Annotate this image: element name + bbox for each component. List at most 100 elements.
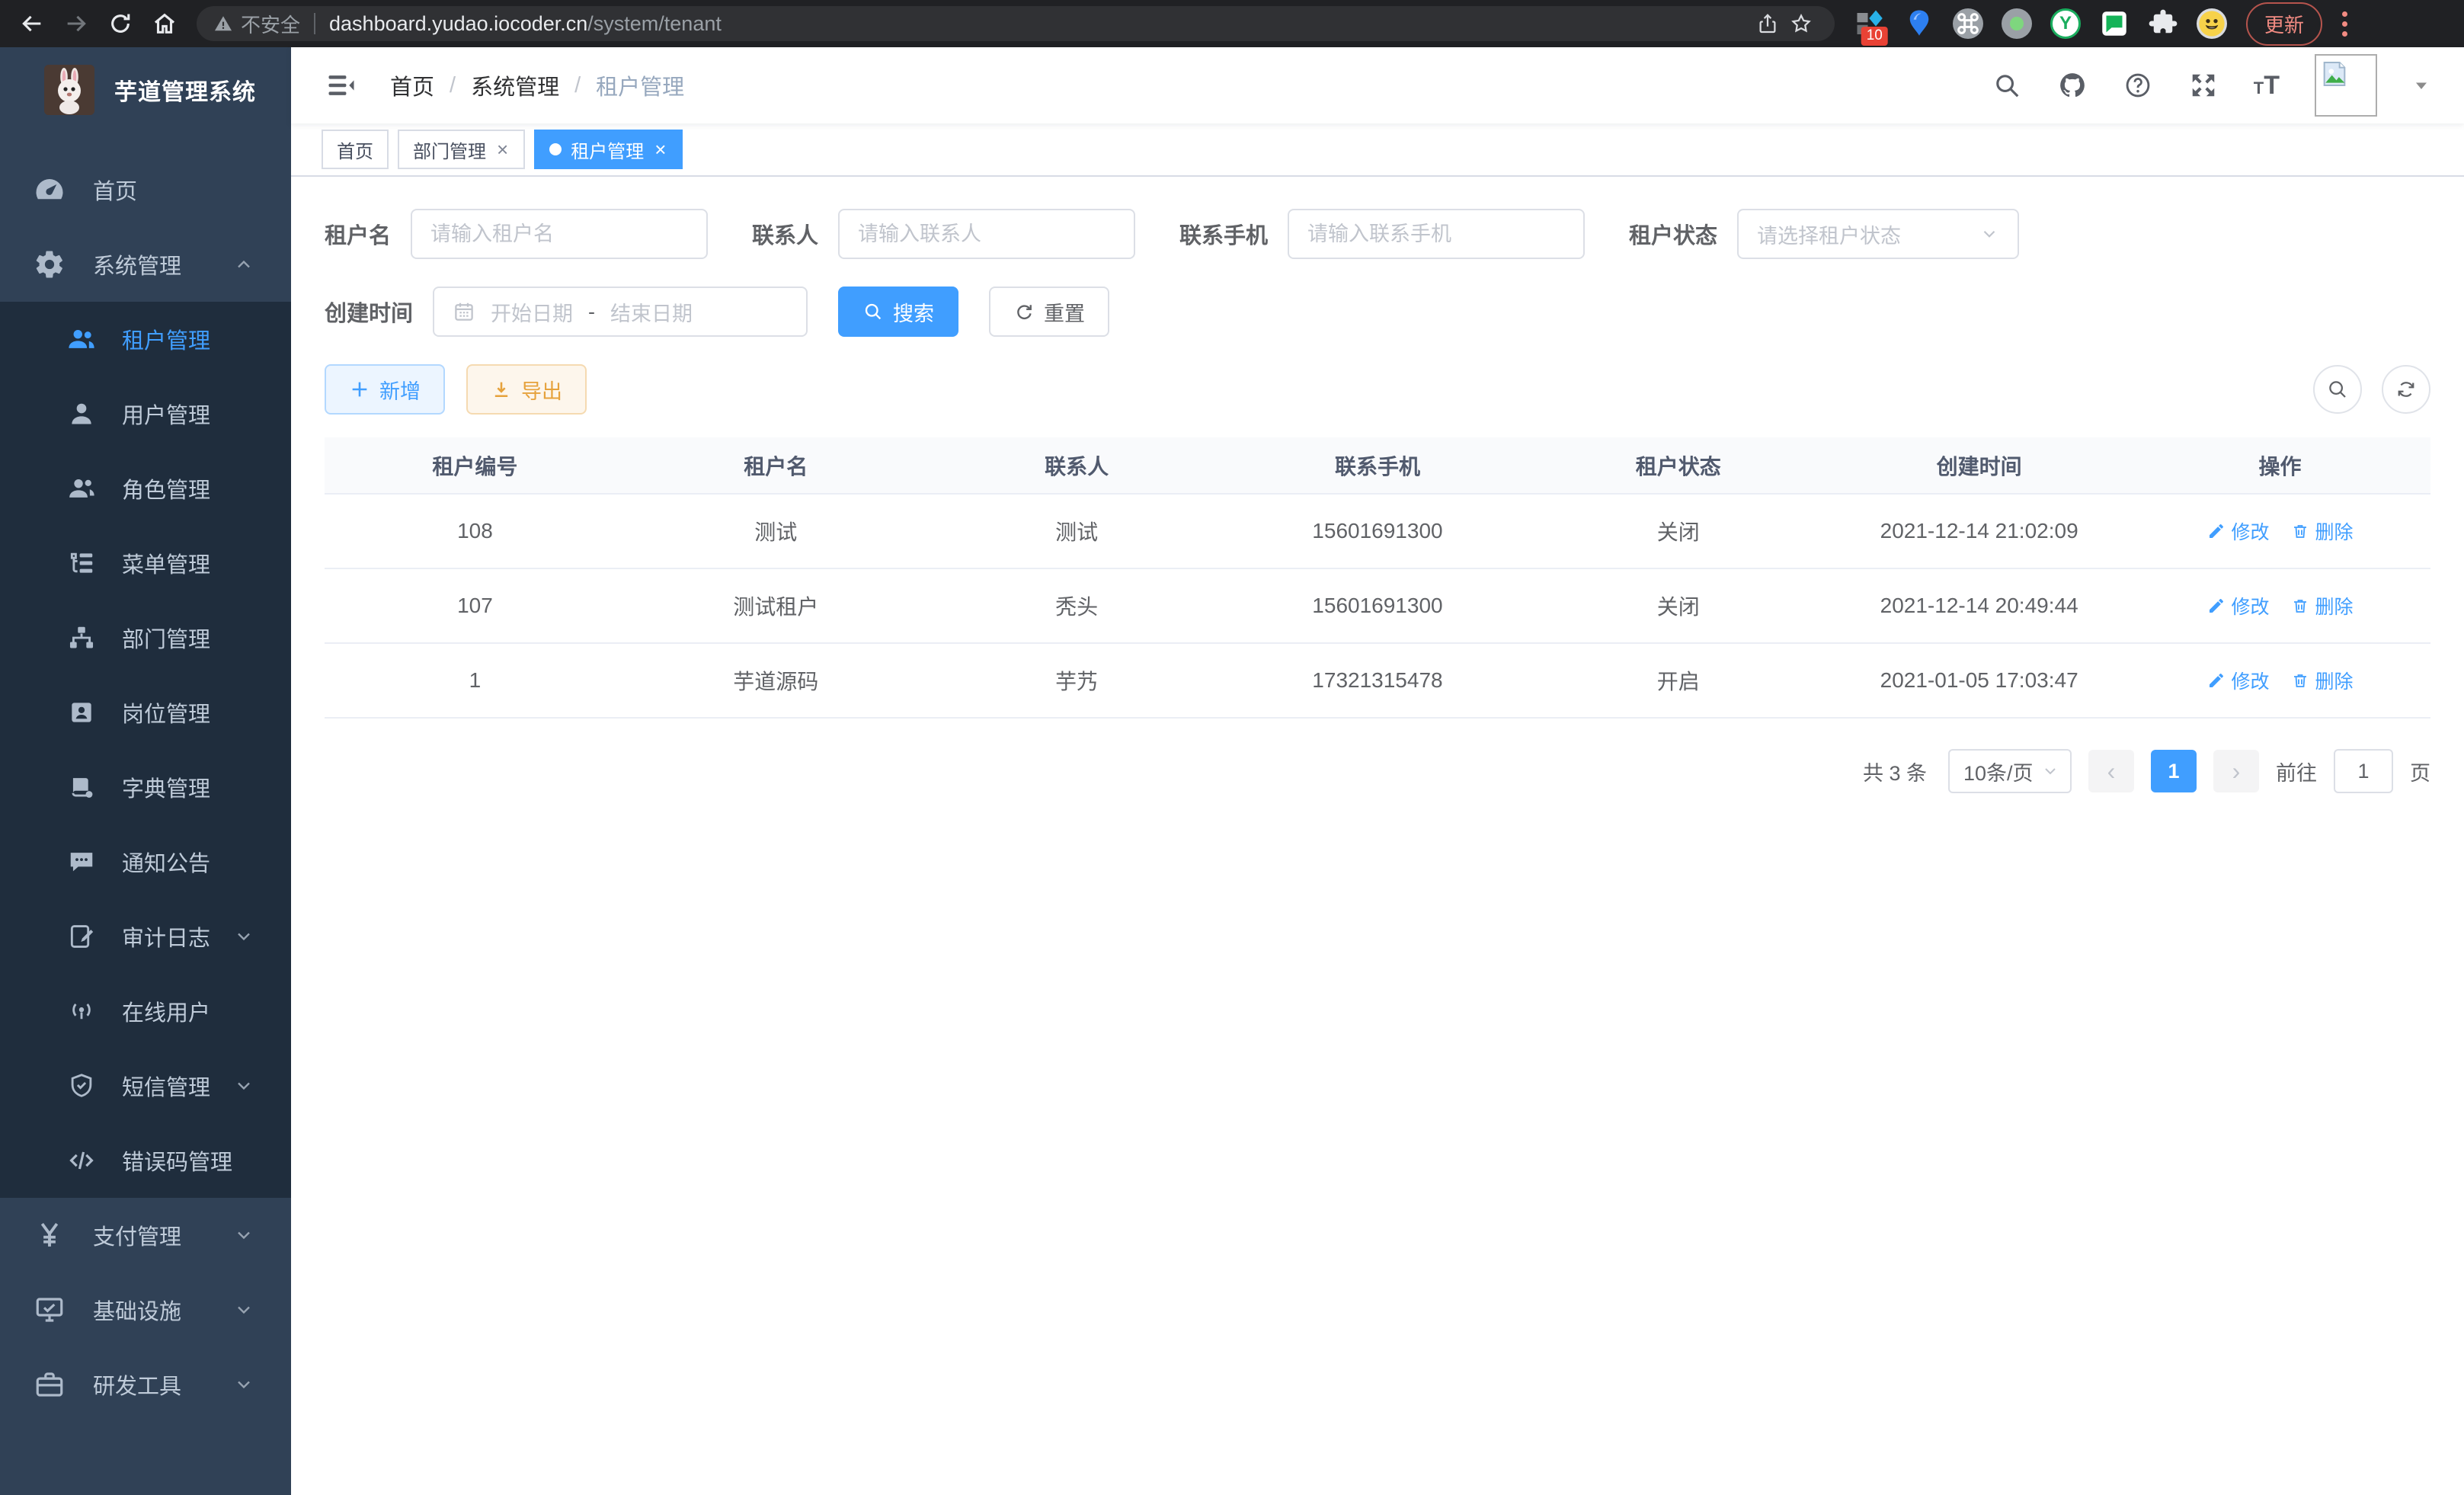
breadcrumb-item[interactable]: 系统管理 — [471, 69, 559, 101]
profile-avatar-icon[interactable] — [2196, 8, 2228, 40]
contact-input[interactable] — [838, 209, 1135, 259]
extension-adblock-icon[interactable]: 10 — [1854, 8, 1886, 40]
extension-balloon-icon[interactable] — [1903, 8, 1935, 40]
delete-link[interactable]: 删除 — [2291, 667, 2354, 694]
chevron-down-icon — [2041, 762, 2059, 780]
sidebar-item-user[interactable]: 用户管理 — [0, 376, 291, 451]
extension-badge: 10 — [1861, 27, 1888, 46]
sidebar-item-pay[interactable]: 支付管理 — [0, 1198, 291, 1273]
avatar-dropdown-caret-icon[interactable] — [2412, 76, 2430, 94]
edit-pen-icon — [2207, 522, 2226, 540]
cell-created: 2021-12-14 21:02:09 — [1829, 494, 2130, 568]
font-size-icon[interactable]: TT — [2254, 71, 2280, 101]
browser-reload-icon[interactable] — [102, 5, 139, 42]
omnibox-divider — [314, 13, 315, 34]
add-button[interactable]: 新增 — [325, 364, 445, 415]
breadcrumb-item[interactable]: 首页 — [390, 69, 434, 101]
extension-chat-icon[interactable] — [2098, 8, 2130, 40]
sidebar-item-menu[interactable]: 菜单管理 — [0, 526, 291, 600]
tab-0[interactable]: 首页 — [322, 130, 389, 169]
sidebar-collapse-icon[interactable] — [325, 69, 358, 102]
sidebar-item-errcode[interactable]: 错误码管理 — [0, 1123, 291, 1198]
shield-icon — [67, 1071, 96, 1100]
cell-actions: 修改删除 — [2130, 643, 2430, 718]
people-icon — [67, 474, 96, 503]
edit-link[interactable]: 修改 — [2207, 517, 2270, 545]
column-header: 联系人 — [926, 437, 1227, 494]
security-warning[interactable]: 不安全 — [213, 10, 300, 38]
download-icon — [491, 379, 512, 400]
sidebar-item-devtool[interactable]: 研发工具 — [0, 1347, 291, 1422]
table-header-row: 租户编号租户名联系人联系手机租户状态创建时间操作 — [325, 437, 2430, 494]
user-avatar[interactable] — [2315, 54, 2377, 117]
create-time-range-picker[interactable]: 开始日期 - 结束日期 — [433, 287, 808, 337]
toggle-search-button[interactable] — [2313, 365, 2362, 414]
reset-button[interactable]: 重置 — [989, 287, 1109, 337]
browser-home-icon[interactable] — [146, 5, 183, 42]
column-header: 创建时间 — [1829, 437, 2130, 494]
code-icon — [67, 1146, 96, 1175]
next-page-button[interactable]: › — [2213, 750, 2259, 792]
sidebar-item-infra[interactable]: 基础设施 — [0, 1273, 291, 1347]
sidebar-item-dict[interactable]: 字典管理 — [0, 750, 291, 824]
close-icon[interactable]: × — [653, 139, 667, 159]
edit-pen-icon — [2207, 597, 2226, 615]
page-size-select[interactable]: 10条/页 — [1948, 749, 2072, 793]
help-icon[interactable] — [2123, 70, 2153, 101]
delete-link[interactable]: 删除 — [2291, 592, 2354, 619]
export-button[interactable]: 导出 — [466, 364, 587, 415]
edit-pen-icon — [2207, 671, 2226, 690]
github-icon[interactable] — [2057, 70, 2088, 101]
column-header: 租户名 — [626, 437, 926, 494]
share-icon[interactable] — [1751, 7, 1784, 40]
extensions-puzzle-icon[interactable] — [2147, 8, 2179, 40]
sidebar-item-tenant[interactable]: 租户管理 — [0, 302, 291, 376]
sidebar-item-role[interactable]: 角色管理 — [0, 451, 291, 526]
browser-back-icon[interactable] — [14, 5, 50, 42]
sidebar-item-online[interactable]: 在线用户 — [0, 974, 291, 1048]
plus-icon — [349, 379, 370, 400]
browser-forward-icon[interactable] — [58, 5, 94, 42]
search-button[interactable]: 搜索 — [838, 287, 958, 337]
calendar-icon — [453, 300, 475, 323]
edit-link[interactable]: 修改 — [2207, 667, 2270, 694]
address-bar[interactable]: 不安全 dashboard.yudao.iocoder.cn/system/te… — [197, 6, 1835, 41]
chevron-up-icon — [233, 254, 254, 275]
tab-1[interactable]: 部门管理 × — [398, 130, 525, 169]
fullscreen-icon[interactable] — [2188, 70, 2219, 101]
chrome-menu-icon[interactable] — [2334, 11, 2355, 37]
contact-label: 联系人 — [752, 218, 818, 250]
column-header: 租户编号 — [325, 437, 626, 494]
sidebar-item-home[interactable]: 首页 — [0, 152, 291, 227]
refresh-table-button[interactable] — [2382, 365, 2430, 414]
sidebar-item-system[interactable]: 系统管理 — [0, 227, 291, 302]
mobile-input[interactable] — [1288, 209, 1585, 259]
status-select[interactable]: 请选择租户状态 — [1737, 209, 2019, 259]
org-tree-icon — [67, 623, 96, 652]
sidebar-item-notice[interactable]: 通知公告 — [0, 824, 291, 899]
header-search-icon[interactable] — [1992, 70, 2022, 101]
sidebar-item-sms[interactable]: 短信管理 — [0, 1048, 291, 1123]
extension-recorder-icon[interactable] — [2001, 8, 2033, 40]
chevron-down-icon — [233, 1374, 254, 1395]
tenant-name-input[interactable] — [411, 209, 708, 259]
trash-icon — [2291, 597, 2309, 615]
edit-link[interactable]: 修改 — [2207, 592, 2270, 619]
prev-page-button[interactable]: ‹ — [2088, 750, 2134, 792]
chrome-update-button[interactable]: 更新 — [2246, 2, 2322, 46]
sidebar-item-dept[interactable]: 部门管理 — [0, 600, 291, 675]
delete-link[interactable]: 删除 — [2291, 517, 2354, 545]
chevron-down-icon — [233, 926, 254, 947]
refresh-icon — [2395, 378, 2418, 401]
book-gear-icon — [67, 773, 96, 802]
tab-2[interactable]: 租户管理 × — [534, 130, 683, 169]
sidebar-item-audit[interactable]: 审计日志 — [0, 899, 291, 974]
bookmark-star-icon[interactable] — [1784, 7, 1818, 40]
sidebar-item-post[interactable]: 岗位管理 — [0, 675, 291, 750]
extension-command-icon[interactable] — [1952, 8, 1984, 40]
close-icon[interactable]: × — [495, 139, 510, 159]
page-number-button[interactable]: 1 — [2151, 750, 2197, 792]
extension-y-icon[interactable]: Y — [2050, 8, 2082, 40]
goto-page-input[interactable] — [2334, 749, 2393, 793]
app-logo[interactable]: 芋道管理系统 — [0, 47, 291, 133]
